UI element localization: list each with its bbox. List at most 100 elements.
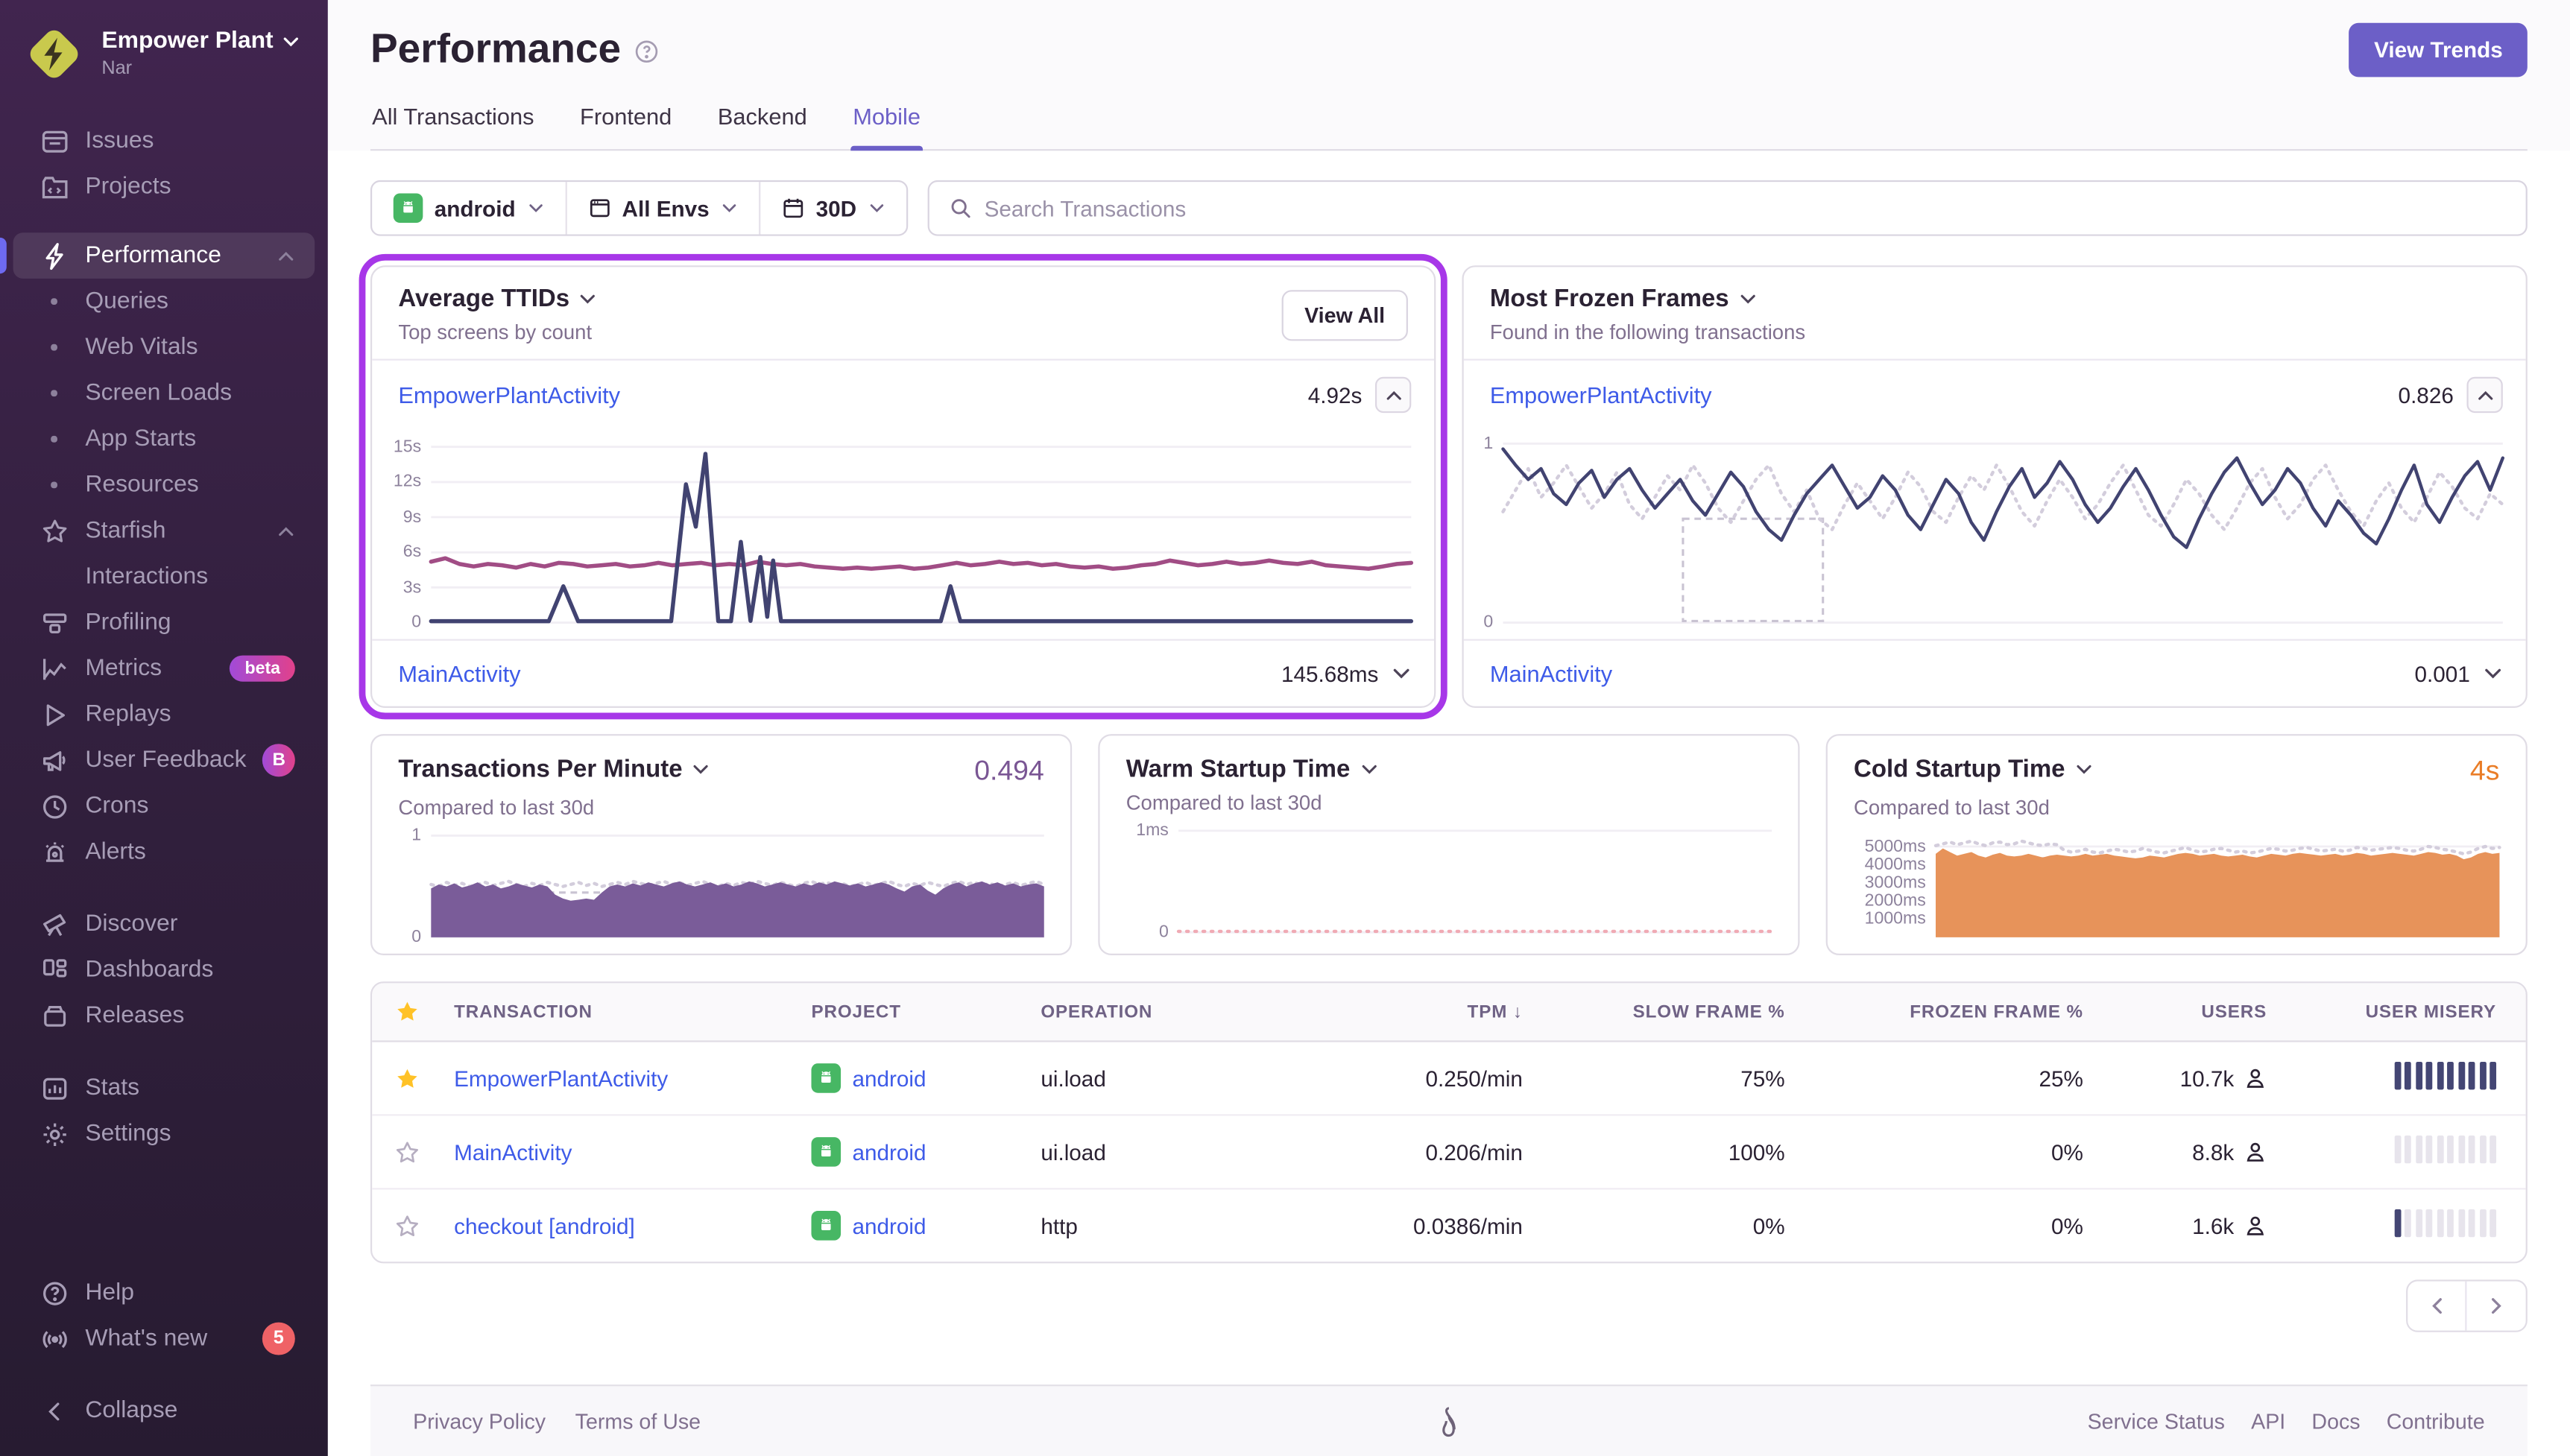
sidebar-item-alerts[interactable]: Alerts — [13, 829, 315, 876]
contribute-link[interactable]: Contribute — [2387, 1409, 2485, 1434]
transaction-link[interactable]: checkout [android] — [454, 1213, 635, 1238]
column-header-users[interactable]: USERS — [2096, 986, 2279, 1038]
sort-desc-icon: ↓ — [1512, 1001, 1523, 1022]
sidebar-item-dashboards[interactable]: Dashboards — [13, 947, 315, 993]
beta-badge: beta — [230, 655, 295, 682]
sidebar-item-replays[interactable]: Replays — [13, 691, 315, 738]
org-switcher[interactable]: Empower Plant Nar — [0, 23, 328, 86]
whats-new-count-badge: 5 — [262, 1322, 295, 1355]
cold-startup-title[interactable]: Cold Startup Time — [1854, 756, 2093, 783]
expand-toggle-button[interactable] — [2483, 664, 2502, 683]
sidebar-item-profiling[interactable]: Profiling — [13, 600, 315, 646]
project-cell[interactable]: android — [798, 1044, 1028, 1112]
sidebar-item-crons[interactable]: Crons — [13, 783, 315, 829]
sidebar-item-issues[interactable]: Issues — [13, 118, 315, 164]
transactions-per-minute-card: Transactions Per Minute 0.494 Compared t… — [370, 734, 1073, 956]
sidebar-item-whats-new[interactable]: What's new 5 — [13, 1316, 315, 1362]
view-trends-button[interactable]: View Trends — [2349, 22, 2528, 77]
transaction-link[interactable]: EmpowerPlantActivity — [1490, 382, 1712, 408]
environment-filter-value: All Envs — [622, 195, 710, 221]
sidebar-item-app-starts[interactable]: App Starts — [13, 417, 315, 463]
sidebar-item-queries[interactable]: Queries — [13, 279, 315, 325]
bullet-icon — [40, 482, 69, 488]
most-frozen-frames-title[interactable]: Most Frozen Frames — [1490, 285, 1805, 313]
expand-toggle-button[interactable] — [1392, 664, 1411, 683]
search-transactions-input[interactable] — [984, 195, 2507, 221]
docs-link[interactable]: Docs — [2311, 1409, 2360, 1434]
column-header-slow-frame[interactable]: SLOW FRAME % — [1535, 986, 1798, 1038]
date-range-filter[interactable]: 30D — [760, 182, 906, 234]
sidebar-item-stats[interactable]: Stats — [13, 1065, 315, 1111]
column-header-project[interactable]: PROJECT — [798, 986, 1028, 1038]
sidebar-item-user-feedback[interactable]: User Feedback B — [13, 738, 315, 784]
transaction-link[interactable]: EmpowerPlantActivity — [398, 382, 620, 408]
slow-frame-cell: 0% — [1752, 1213, 1785, 1238]
transaction-link[interactable]: MainActivity — [1490, 660, 1612, 686]
operation-cell: ui.load — [1041, 1066, 1106, 1091]
users-cell: 10.7k — [2096, 1046, 2279, 1110]
service-status-link[interactable]: Service Status — [2088, 1409, 2225, 1434]
sidebar-item-releases[interactable]: Releases — [13, 993, 315, 1039]
chevron-down-icon — [1393, 668, 1409, 679]
sidebar-item-label: Issues — [85, 127, 154, 154]
privacy-policy-link[interactable]: Privacy Policy — [413, 1409, 546, 1434]
tab-mobile[interactable]: Mobile — [851, 104, 923, 151]
collapse-toggle-button[interactable] — [1374, 376, 1412, 414]
favorite-star-button[interactable] — [372, 1046, 441, 1110]
sidebar-item-collapse[interactable]: Collapse — [13, 1388, 315, 1434]
sidebar-item-resources[interactable]: Resources — [13, 462, 315, 508]
collapse-toggle-button[interactable] — [2466, 376, 2503, 414]
column-header-frozen-frame[interactable]: FROZEN FRAME % — [1798, 986, 2096, 1038]
user-icon — [2247, 1069, 2264, 1088]
transaction-link[interactable]: MainActivity — [454, 1139, 572, 1164]
favorite-star-button[interactable] — [372, 1120, 441, 1184]
tpm-chart: 01 — [398, 827, 1046, 945]
project-filter[interactable]: android — [372, 182, 566, 235]
tab-backend[interactable]: Backend — [716, 104, 809, 150]
transaction-link[interactable]: MainActivity — [398, 660, 520, 686]
tpm-cell: 0.206/min — [1425, 1139, 1523, 1165]
project-cell[interactable]: android — [798, 1118, 1028, 1186]
next-page-button[interactable] — [2466, 1281, 2526, 1331]
favorite-star-button[interactable] — [372, 1194, 441, 1258]
api-link[interactable]: API — [2251, 1409, 2285, 1434]
tpm-title[interactable]: Transactions Per Minute — [398, 756, 710, 783]
transaction-link[interactable]: EmpowerPlantActivity — [454, 1066, 668, 1090]
sidebar-item-performance[interactable]: Performance — [0, 232, 315, 279]
sidebar-item-discover[interactable]: Discover — [13, 901, 315, 947]
sidebar-item-web-vitals[interactable]: Web Vitals — [13, 324, 315, 370]
sidebar-item-label: Queries — [85, 288, 169, 315]
previous-page-button[interactable] — [2408, 1281, 2467, 1331]
b-badge: B — [262, 744, 295, 777]
sidebar-item-projects[interactable]: Projects — [13, 164, 315, 210]
star-column-header[interactable] — [372, 983, 441, 1040]
average-ttids-title[interactable]: Average TTIDs — [398, 285, 597, 313]
help-circle-icon[interactable] — [634, 28, 659, 75]
tab-frontend[interactable]: Frontend — [578, 104, 674, 150]
main-content: Performance View Trends All Transactions… — [327, 0, 2570, 1456]
environment-filter[interactable]: All Envs — [566, 182, 760, 235]
sidebar-item-starfish[interactable]: Starfish — [13, 508, 315, 554]
terms-of-use-link[interactable]: Terms of Use — [575, 1409, 701, 1434]
sidebar-item-help[interactable]: Help — [13, 1270, 315, 1316]
column-header-transaction[interactable]: TRANSACTION — [441, 986, 798, 1038]
date-range-filter-value: 30D — [815, 195, 857, 221]
column-header-operation[interactable]: OPERATION — [1028, 986, 1270, 1038]
metrics-icon — [40, 653, 69, 683]
sidebar-item-settings[interactable]: Settings — [13, 1111, 315, 1157]
projects-icon — [40, 172, 69, 202]
column-header-user-misery[interactable]: USER MISERY — [2280, 986, 2510, 1038]
sidebar-item-interactions[interactable]: Interactions — [13, 554, 315, 600]
tab-all-transactions[interactable]: All Transactions — [370, 104, 536, 150]
column-header-tpm[interactable]: TPM ↓ — [1270, 986, 1535, 1038]
chevron-left-icon — [40, 1396, 69, 1426]
star-filled-icon — [397, 1068, 417, 1087]
view-all-button[interactable]: View All — [1281, 289, 1408, 341]
project-cell[interactable]: android — [798, 1191, 1028, 1260]
chevron-up-icon — [1386, 390, 1401, 399]
sidebar-item-metrics[interactable]: Metrics beta — [13, 645, 315, 691]
warm-startup-title[interactable]: Warm Startup Time — [1126, 756, 1378, 783]
sidebar-item-screen-loads[interactable]: Screen Loads — [13, 370, 315, 417]
sidebar-item-label: Performance — [85, 242, 221, 269]
megaphone-icon — [40, 746, 69, 776]
